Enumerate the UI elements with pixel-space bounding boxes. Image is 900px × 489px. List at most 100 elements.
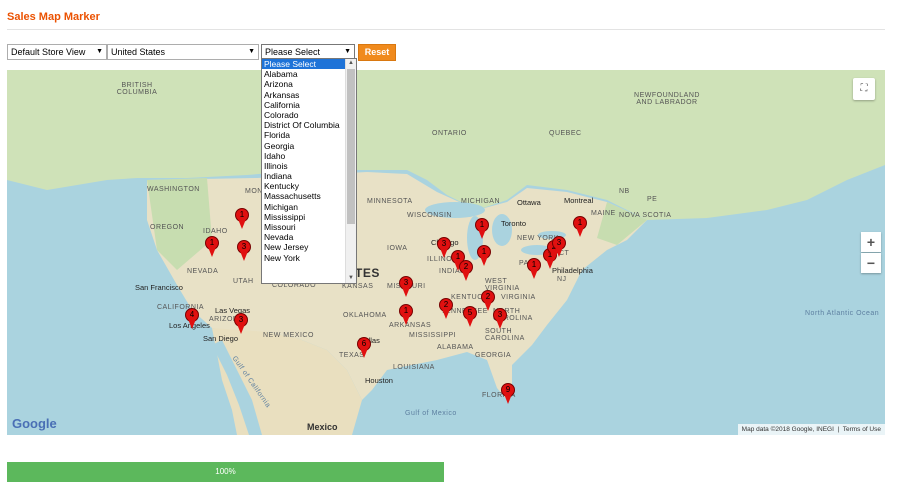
sales-marker[interactable]: 3: [437, 237, 451, 259]
region-label: SOUTH CAROLINA: [485, 328, 525, 342]
city-label: Ottawa: [517, 198, 541, 207]
state-option[interactable]: Michigan: [262, 202, 356, 212]
region-label: UTAH: [233, 278, 254, 285]
title-divider: [7, 29, 885, 30]
state-option[interactable]: Georgia: [262, 141, 356, 151]
sales-marker[interactable]: 1: [527, 258, 541, 280]
state-option[interactable]: Illinois: [262, 161, 356, 171]
sales-marker[interactable]: 5: [463, 306, 477, 328]
region-label: OKLAHOMA: [343, 312, 387, 319]
region-label: MAINE: [591, 210, 616, 217]
state-option[interactable]: California: [262, 100, 356, 110]
state-option[interactable]: Colorado: [262, 110, 356, 120]
sales-marker[interactable]: 3: [234, 313, 248, 335]
state-option[interactable]: New Jersey: [262, 242, 356, 252]
city-label: Toronto: [501, 219, 527, 228]
progress-label: 100%: [215, 467, 236, 476]
map-attribution: Map data ©2018 Google, INEGI | Terms of …: [737, 424, 885, 435]
region-label: NEVADA: [187, 268, 219, 275]
store-view-value: Default Store View: [11, 47, 86, 57]
state-option[interactable]: Missouri: [262, 222, 356, 232]
region-label: MINNESOTA: [367, 198, 413, 205]
region-label: NJ: [557, 276, 567, 283]
state-option[interactable]: Massachusetts: [262, 191, 356, 201]
state-dropdown-list[interactable]: Please Select Alabama Arizona Arkansas C…: [261, 58, 357, 284]
region-label: NEWFOUNDLAND AND LABRADOR: [634, 92, 700, 106]
terms-link[interactable]: Terms of Use: [843, 426, 881, 433]
google-logo: Google: [12, 416, 57, 431]
state-option[interactable]: Arkansas: [262, 90, 356, 100]
store-view-select[interactable]: Default Store View ▼: [7, 44, 107, 60]
region-label: QUEBEC: [549, 130, 582, 137]
region-label: OREGON: [150, 224, 185, 231]
state-option[interactable]: Arizona: [262, 79, 356, 89]
region-label: NOVA SCOTIA: [619, 212, 672, 219]
sales-marker[interactable]: 1: [477, 245, 491, 267]
city-label: Philadelphia: [552, 266, 593, 275]
state-option[interactable]: Indiana: [262, 171, 356, 181]
sales-marker[interactable]: 4: [185, 308, 199, 330]
country-value: United States: [111, 47, 166, 57]
region-label: ONTARIO: [432, 130, 467, 137]
city-label: San Francisco: [135, 283, 183, 292]
fullscreen-icon[interactable]: ⛶: [853, 78, 875, 100]
region-label: BRITISH COLUMBIA: [116, 82, 158, 96]
state-option[interactable]: Florida: [262, 130, 356, 140]
state-option[interactable]: New York: [262, 253, 356, 263]
state-option[interactable]: Kentucky: [262, 181, 356, 191]
region-label: PE: [647, 196, 658, 203]
region-label: LOUISIANA: [393, 364, 435, 371]
sales-marker[interactable]: 1: [475, 218, 489, 240]
sales-map[interactable]: North Atlantic Ocean Gulf of Mexico Gulf…: [7, 70, 885, 435]
scroll-down-icon[interactable]: ▼: [346, 274, 356, 283]
state-option[interactable]: Nevada: [262, 232, 356, 242]
chevron-down-icon: ▼: [344, 48, 351, 55]
city-label: San Diego: [203, 334, 239, 343]
sales-marker[interactable]: 1: [573, 216, 587, 238]
sales-marker[interactable]: 1: [205, 236, 219, 258]
sales-marker[interactable]: 3: [552, 236, 566, 258]
country-label-usa: tes: [355, 266, 380, 280]
zoom-in-icon[interactable]: +: [861, 232, 881, 252]
state-option[interactable]: District Of Columbia: [262, 120, 356, 130]
state-option[interactable]: [262, 263, 356, 273]
state-option[interactable]: Please Select: [262, 59, 356, 70]
progress-bar: 100%: [7, 462, 444, 482]
sales-marker[interactable]: 3: [237, 240, 251, 262]
zoom-out-icon[interactable]: −: [861, 253, 881, 273]
dropdown-scrollbar[interactable]: ▲ ▼: [345, 59, 356, 283]
gulf-label: Gulf of Mexico: [405, 410, 457, 417]
city-label: Houston: [365, 376, 393, 385]
sales-marker[interactable]: 3: [399, 276, 413, 298]
region-label: WASHINGTON: [147, 186, 200, 193]
region-label: GEORGIA: [475, 352, 512, 359]
country-label-mexico: Mexico: [307, 422, 338, 432]
sales-marker[interactable]: 2: [439, 298, 453, 320]
state-option[interactable]: Idaho: [262, 151, 356, 161]
region-label: IDAHO: [203, 228, 228, 235]
region-label: MICHIGAN: [461, 198, 500, 205]
sales-marker[interactable]: 9: [501, 383, 515, 405]
region-label: WISCONSIN: [407, 212, 452, 219]
region-label: VIRGINIA: [501, 294, 536, 301]
scrollbar-thumb[interactable]: [347, 69, 355, 224]
sales-marker[interactable]: 1: [399, 304, 413, 326]
region-label: MISSISSIPPI: [409, 332, 457, 339]
ocean-label: North Atlantic Ocean: [805, 310, 880, 317]
sales-marker[interactable]: 3: [493, 308, 507, 330]
sales-marker[interactable]: 1: [235, 208, 249, 230]
region-label: KANSAS: [342, 283, 374, 290]
state-option[interactable]: Mississippi: [262, 212, 356, 222]
region-label: ALABAMA: [437, 344, 474, 351]
state-option[interactable]: Alabama: [262, 69, 356, 79]
region-label: NEW MEXICO: [263, 332, 314, 339]
reset-button[interactable]: Reset: [358, 44, 396, 61]
scroll-up-icon[interactable]: ▲: [346, 59, 356, 68]
sales-marker[interactable]: 6: [357, 337, 371, 359]
chevron-down-icon: ▼: [248, 48, 255, 55]
attribution-text: Map data ©2018 Google, INEGI: [741, 426, 834, 433]
region-label: NB: [619, 188, 630, 195]
country-select[interactable]: United States ▼: [107, 44, 259, 60]
region-label: IOWA: [387, 245, 408, 252]
sales-marker[interactable]: 2: [459, 260, 473, 282]
